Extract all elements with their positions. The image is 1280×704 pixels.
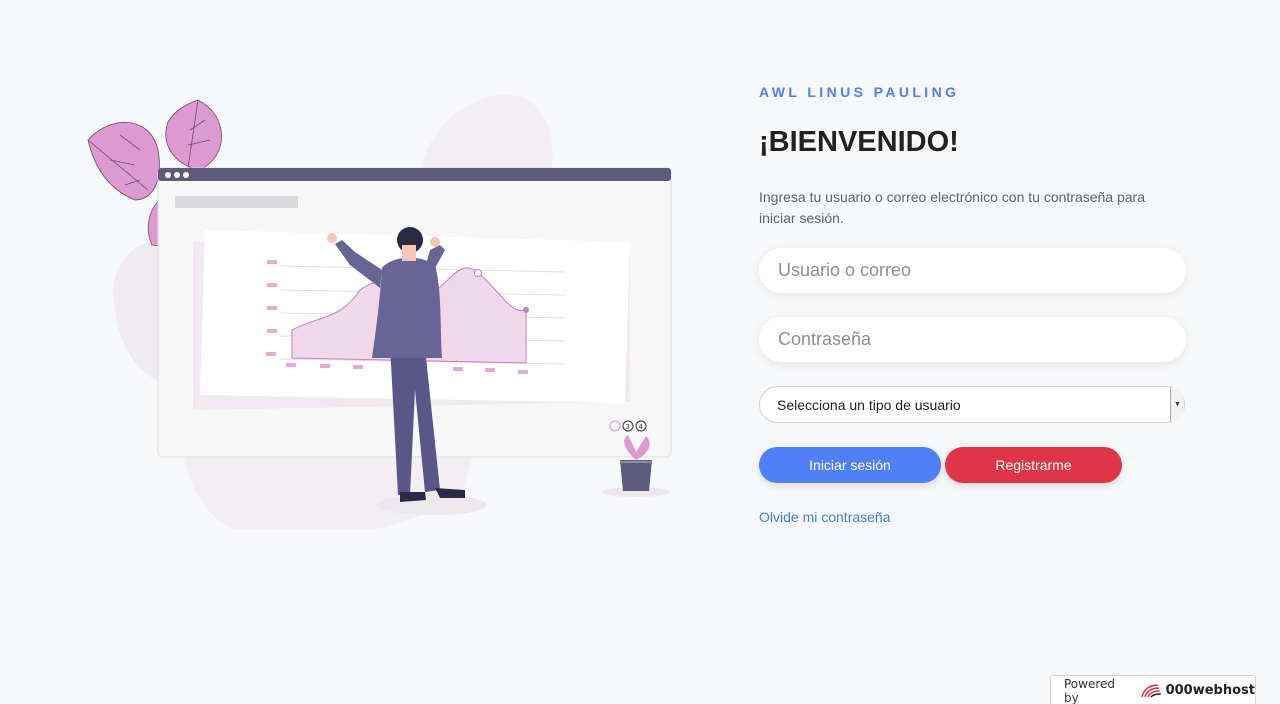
slider-number-4: 4 — [639, 423, 644, 431]
page-title: ¡BIENVENIDO! — [759, 126, 959, 158]
brand-name: AWL LINUS PAULING — [759, 84, 960, 100]
host-name: 000webhost — [1165, 683, 1255, 698]
slider-number-3: 3 — [626, 423, 630, 431]
register-button[interactable]: Registrarme — [945, 447, 1122, 483]
user-type-select[interactable]: Selecciona un tipo de usuario ▼ — [759, 386, 1185, 423]
man-presenting-chart-illustration: 3 4 — [87, 94, 672, 540]
login-button[interactable]: Iniciar sesión — [759, 447, 941, 483]
user-type-selected-value: Selecciona un tipo de usuario — [777, 396, 961, 413]
powered-by-label: Powered by — [1064, 676, 1116, 704]
password-field[interactable] — [759, 317, 1186, 362]
intro-text: Ingresa tu usuario o correo electrónico … — [759, 189, 1146, 226]
username-field[interactable] — [759, 248, 1186, 293]
action-buttons: Iniciar sesión Registrarme — [759, 447, 1189, 483]
powered-by-badge[interactable]: Powered by 000webhost — [1050, 675, 1256, 704]
dropdown-arrow-icon[interactable]: ▼ — [1170, 387, 1184, 422]
login-panel: AWL LINUS PAULING ¡BIENVENIDO! Ingresa t… — [759, 84, 1189, 527]
000webhost-logo-icon — [1141, 683, 1161, 698]
forgot-password-link[interactable]: Olvide mi contraseña — [759, 509, 891, 525]
hero-illustration: 3 4 — [80, 90, 700, 540]
